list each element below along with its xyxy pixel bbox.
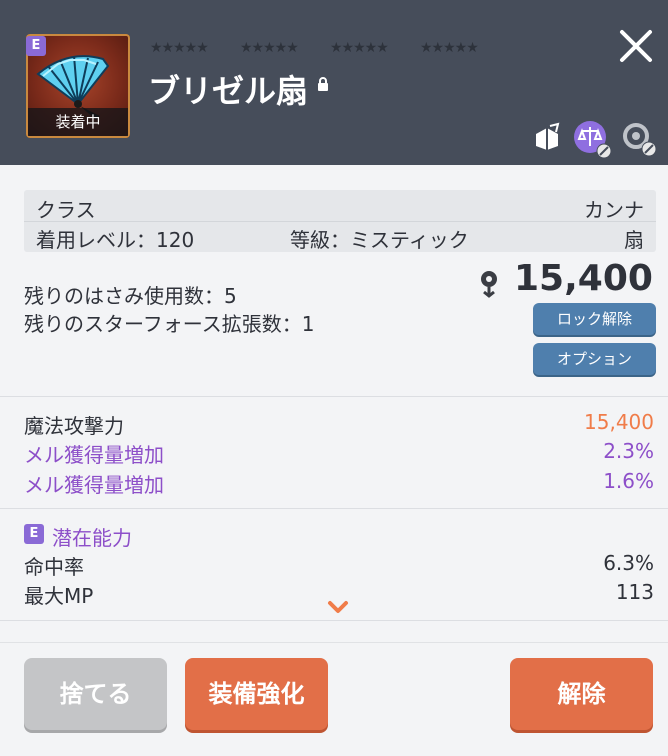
stat-value: 1.6%: [603, 469, 654, 493]
star-group: ★★★★★: [420, 40, 479, 56]
item-price: 15,400: [514, 258, 653, 299]
meso-icon: [474, 268, 504, 298]
chevron-down-icon[interactable]: [326, 598, 350, 616]
share-icon[interactable]: [530, 120, 564, 154]
potential-title: 潜在能力: [52, 526, 132, 550]
stat-value: 2.3%: [603, 439, 654, 463]
stat-value: 15,400: [584, 410, 654, 434]
item-detail-panel: E 装着中 ★★★★★ ★★★★★ ★★★★★ ★★★★★ ブリゼル扇 クラス …: [0, 0, 668, 756]
trade-balance-icon[interactable]: [573, 120, 612, 159]
star-group: ★★★★★: [330, 40, 389, 56]
stat-label: メル獲得量増加: [24, 443, 164, 467]
scissors-count: 残りのはさみ使用数：5: [24, 284, 237, 308]
class-label: クラス: [36, 198, 96, 222]
potential-label: 命中率: [24, 555, 84, 579]
enhance-button[interactable]: 装備強化: [185, 658, 328, 730]
weapon-type: 扇: [624, 228, 644, 252]
reset-icon[interactable]: [620, 120, 657, 157]
potential-value: 113: [615, 580, 654, 604]
item-name: ブリゼル扇: [148, 72, 309, 110]
potential-label: 最大MP: [24, 584, 94, 608]
section-divider: [0, 396, 668, 397]
level-label: 着用レベル：120: [36, 228, 195, 252]
item-header: E 装着中 ★★★★★ ★★★★★ ★★★★★ ★★★★★ ブリゼル扇: [0, 0, 668, 165]
section-divider: [0, 620, 668, 621]
item-rank-badge: E: [26, 36, 46, 56]
star-group: ★★★★★: [240, 40, 299, 56]
section-divider: [0, 508, 668, 509]
starforce-stars: ★★★★★ ★★★★★ ★★★★★ ★★★★★: [150, 40, 510, 56]
stat-label: メル獲得量増加: [24, 473, 164, 497]
star-group: ★★★★★: [150, 40, 209, 56]
potential-rank-badge: E: [24, 524, 44, 544]
lock-icon: [316, 76, 330, 91]
equipped-label: 装着中: [28, 108, 128, 136]
starforce-extension-count: 残りのスターフォース拡張数：1: [24, 312, 315, 336]
unlock-button[interactable]: ロック解除: [533, 303, 656, 335]
discard-button[interactable]: 捨てる: [24, 658, 167, 730]
item-info-box: クラス カンナ 着用レベル：120 等級：ミスティック 扇: [24, 190, 656, 252]
unequip-button[interactable]: 解除: [510, 658, 653, 730]
close-icon[interactable]: [616, 26, 656, 66]
grade-label: 等級：ミスティック: [290, 228, 469, 252]
option-button[interactable]: オプション: [533, 343, 656, 375]
potential-value: 6.3%: [603, 551, 654, 575]
stat-label: 魔法攻撃力: [24, 414, 124, 438]
row-divider: [24, 221, 656, 222]
class-value: カンナ: [584, 198, 644, 222]
